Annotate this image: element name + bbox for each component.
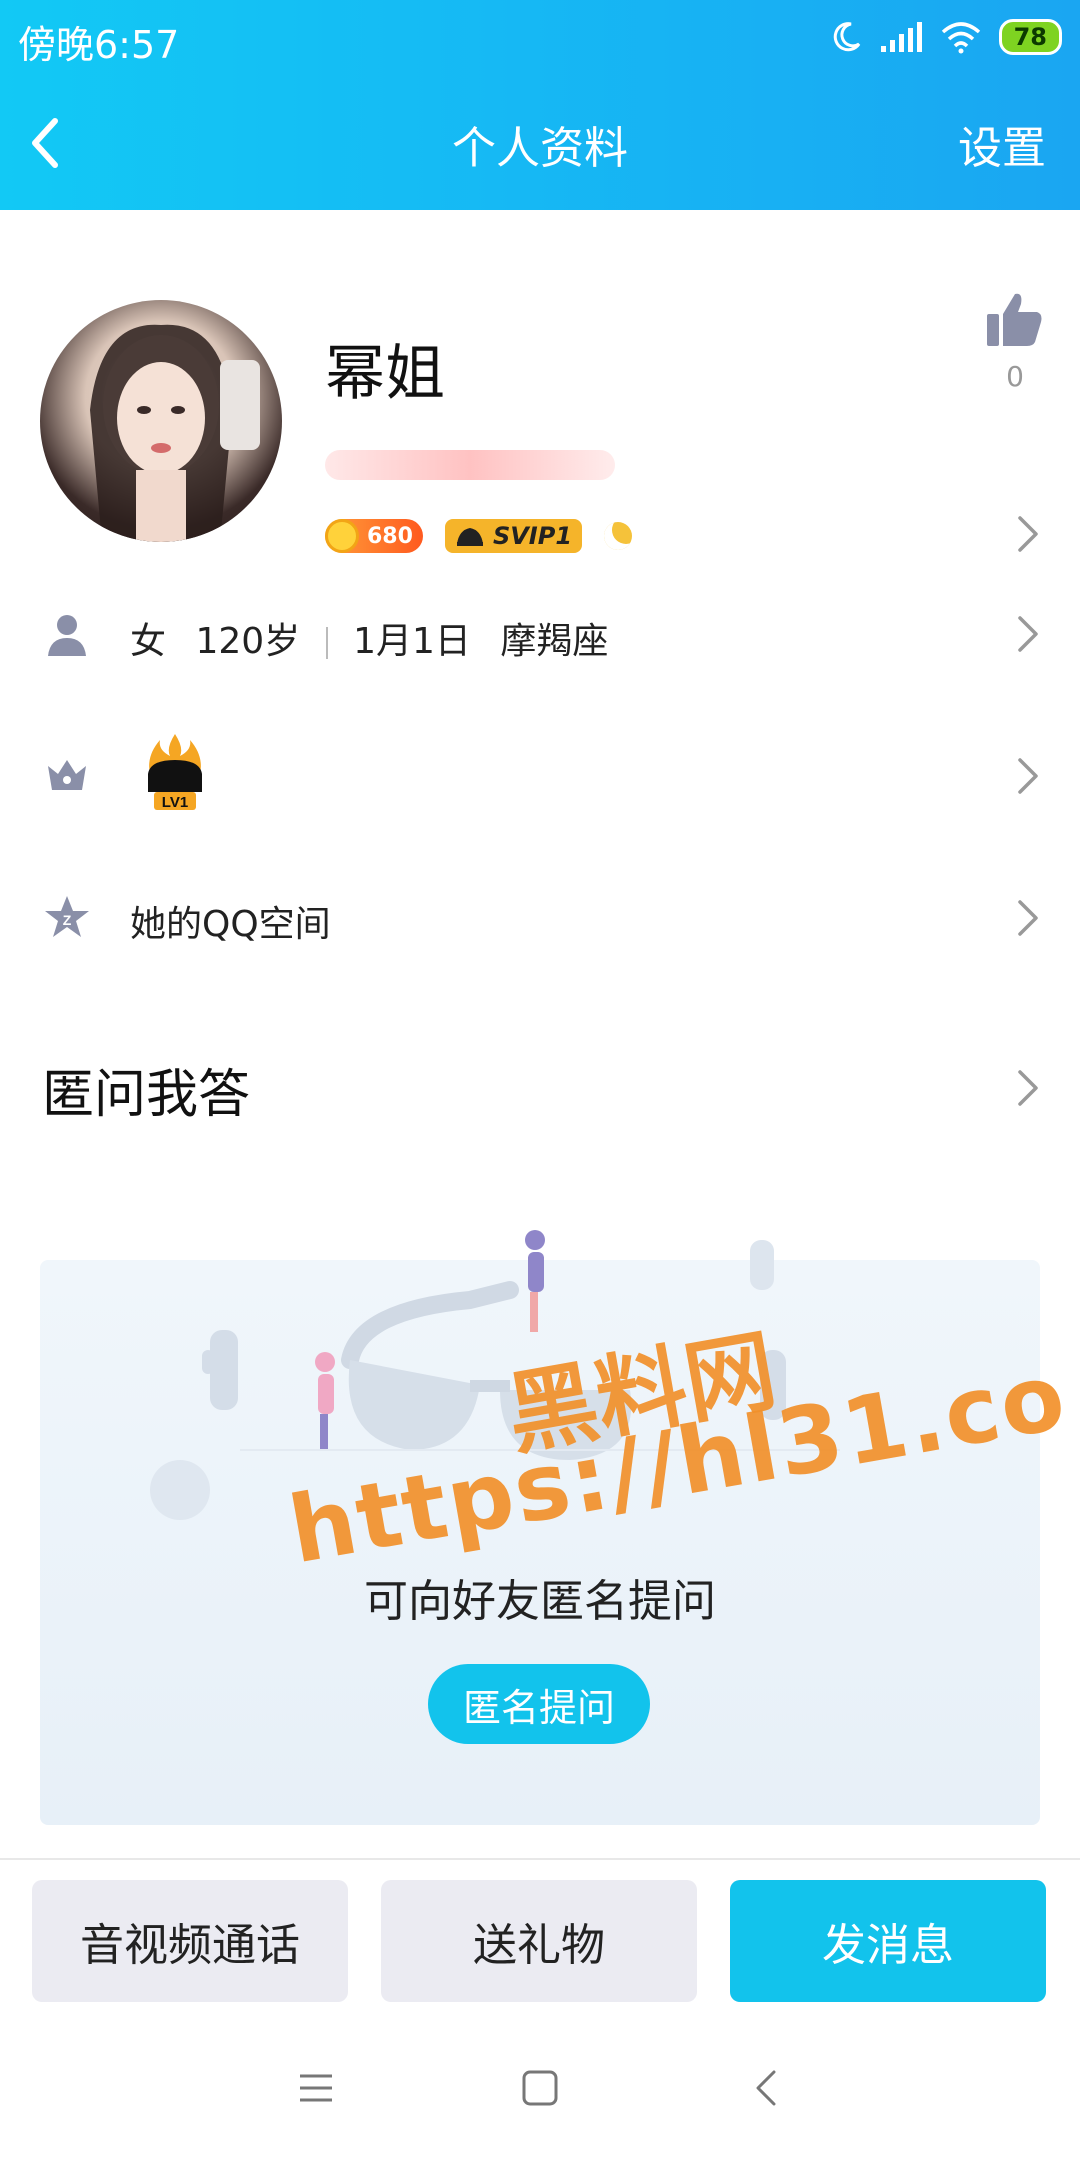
badge-row[interactable]: 680 SVIP1 (325, 516, 633, 556)
av-call-button[interactable]: 音视频通话 (32, 1880, 348, 2002)
level-badge-text: LV1 (162, 794, 188, 811)
anonymous-ask-button[interactable]: 匿名提问 (428, 1664, 650, 1744)
nickname: 幂姐 (325, 339, 445, 409)
qzone-link[interactable]: 她的QQ空间 (130, 895, 331, 947)
action-bar: 音视频通话 送礼物 发消息 (0, 1858, 1080, 2018)
basic-info[interactable]: 女 120岁 1月1日 摩羯座 (130, 612, 608, 664)
back-icon[interactable] (748, 2068, 788, 2108)
signal-icon (880, 22, 922, 52)
like-count: 0 (1006, 360, 1024, 393)
battery-level: 78 (1013, 23, 1047, 51)
level-badge-icon: LV1 (148, 734, 202, 811)
coin-badge[interactable]: 680 (325, 519, 423, 553)
send-message-button[interactable]: 发消息 (730, 1880, 1046, 2002)
svip-badge[interactable]: SVIP1 (444, 519, 583, 553)
info-divider (325, 627, 328, 659)
info-chevron-icon[interactable] (1016, 614, 1040, 654)
page-title: 个人资料 (452, 123, 628, 174)
moon-level-icon (604, 522, 633, 550)
age: 120岁 (195, 621, 301, 662)
zodiac: 摩羯座 (500, 621, 609, 662)
gender: 女 (130, 621, 167, 662)
anon-prompt-text: 可向好友匿名提问 (364, 1576, 716, 1627)
anon-section-title[interactable]: 匿问我答 (42, 1052, 250, 1127)
menu-icon[interactable] (296, 2068, 336, 2108)
svip-label: SVIP1 (492, 522, 573, 550)
home-icon[interactable] (520, 2068, 560, 2108)
qzone-star-icon: Z (45, 896, 89, 937)
avatar-image (90, 324, 260, 542)
coin-icon (325, 519, 359, 553)
birthday: 1月1日 (353, 621, 471, 662)
wifi-icon (941, 22, 980, 54)
moon-icon (833, 22, 860, 52)
crown-icon (48, 760, 86, 790)
send-gift-button[interactable]: 送礼物 (381, 1880, 697, 2002)
header-bar: 傍晚6:57 78 个人资料 设置 (0, 0, 1080, 210)
settings-button[interactable]: 设置 (958, 112, 1046, 176)
qzone-chevron-icon[interactable] (1016, 898, 1040, 938)
person-icon (48, 615, 86, 656)
status-icons: 78 (829, 12, 1062, 62)
anon-chevron-icon[interactable] (1016, 1068, 1040, 1108)
redacted-signature (325, 450, 615, 480)
level-chevron-icon[interactable] (1016, 756, 1040, 796)
battery-icon: 78 (998, 19, 1062, 55)
thumbs-up-icon (987, 293, 1042, 346)
coin-badge-value: 680 (367, 523, 413, 549)
crown-helmet-icon (456, 528, 483, 546)
profile-chevron-icon[interactable] (1016, 514, 1040, 554)
status-time: 傍晚6:57 (18, 23, 180, 67)
system-nav-bar (0, 2020, 1080, 2160)
svg-text:Z: Z (63, 912, 72, 928)
avatar[interactable] (40, 300, 282, 542)
like-button[interactable]: 0 (975, 290, 1055, 393)
